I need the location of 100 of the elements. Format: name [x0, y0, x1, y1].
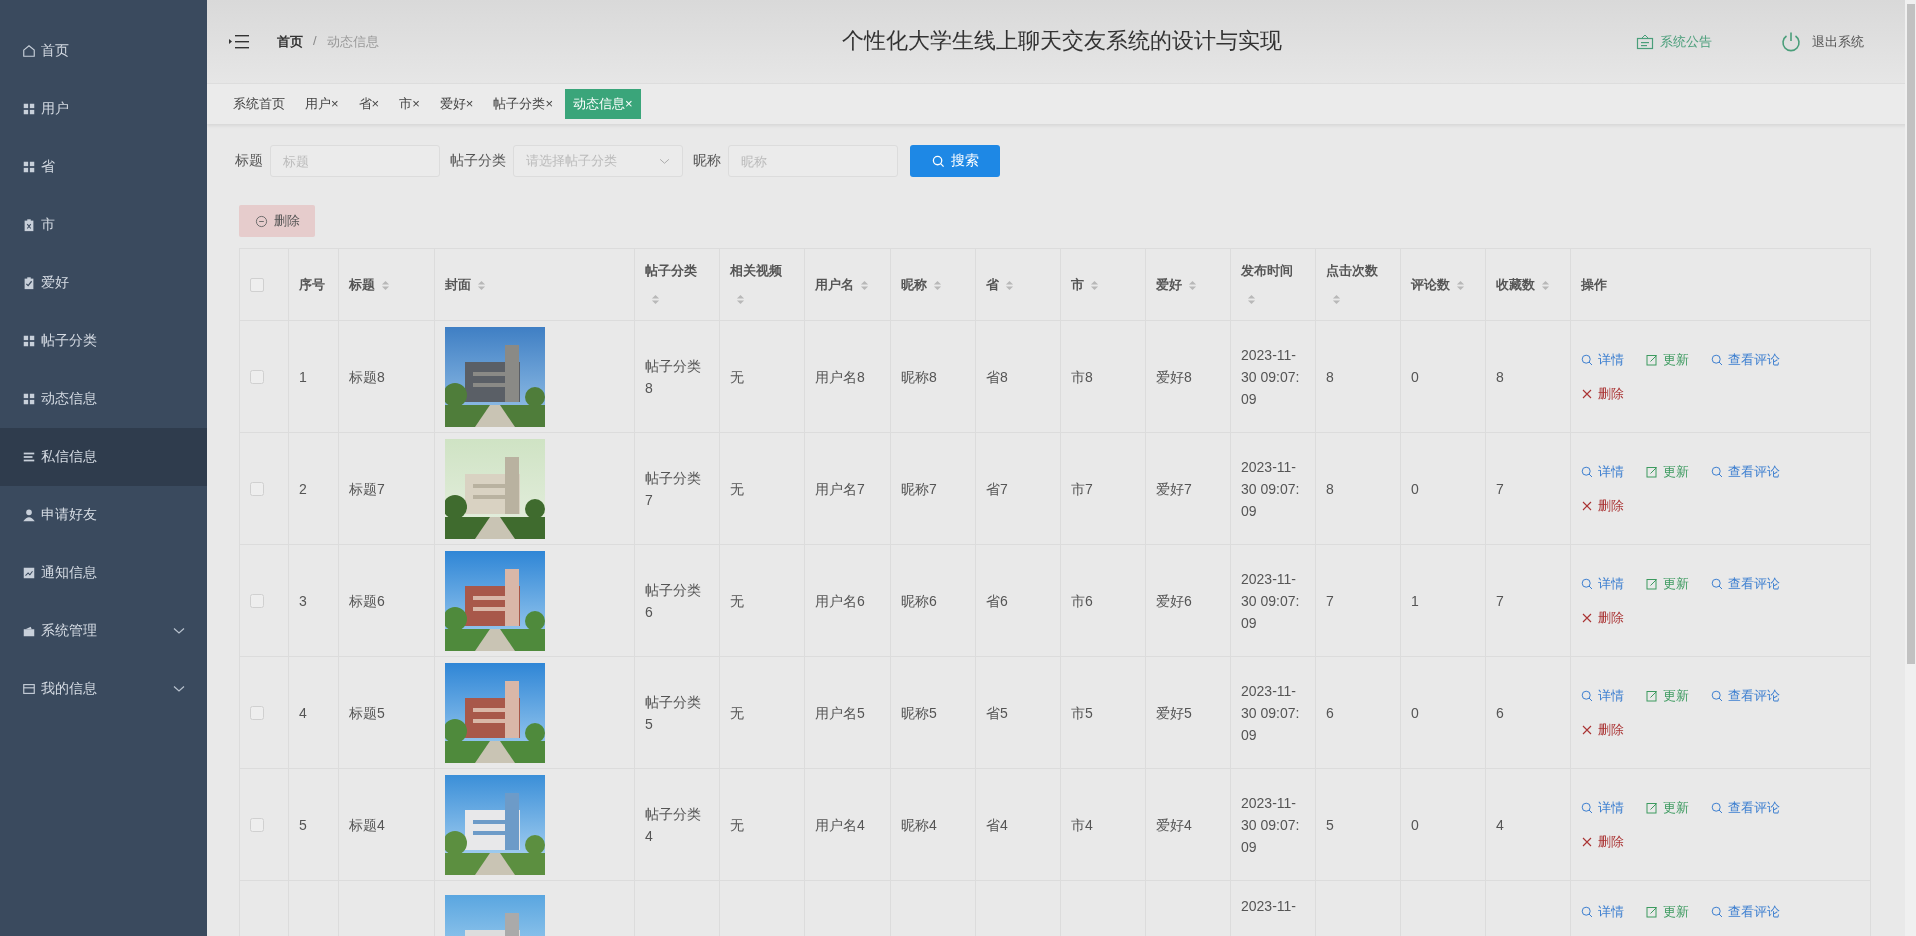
menu-icon[interactable]: [229, 33, 249, 50]
column-header[interactable]: 点击次数: [1315, 248, 1401, 321]
tab[interactable]: 系统首页: [225, 89, 293, 119]
tab[interactable]: 帖子分类×: [485, 89, 561, 119]
sidebar-item[interactable]: 帖子分类: [0, 312, 207, 370]
column-header[interactable]: 发布时间: [1230, 248, 1316, 321]
sidebar-item-label: 动态信息: [41, 390, 98, 408]
table-cell-text: 2023-11-30 09:07:09: [1241, 457, 1301, 521]
sort-icon[interactable]: [1332, 292, 1341, 306]
tab[interactable]: 市×: [391, 89, 428, 119]
comments-link[interactable]: 查看评论: [1711, 901, 1780, 923]
logout-link[interactable]: 退出系统: [1780, 30, 1864, 53]
minus-circle-icon: [254, 214, 268, 228]
delete-link[interactable]: 删除: [1581, 830, 1624, 853]
table-cell-text: 3: [299, 591, 308, 611]
sidebar-item[interactable]: 通知信息: [0, 544, 207, 602]
sort-icon[interactable]: [933, 278, 942, 292]
sort-icon[interactable]: [477, 278, 486, 292]
search-button[interactable]: 搜索: [910, 145, 1000, 177]
sidebar-item[interactable]: 我的信息: [0, 660, 207, 718]
sort-icon[interactable]: [1090, 278, 1099, 292]
delete-link[interactable]: 删除: [1581, 494, 1624, 517]
table-cell-text: 用户名6: [815, 591, 866, 611]
breadcrumb-item[interactable]: 首页: [277, 32, 303, 51]
sidebar-item[interactable]: 私信信息: [0, 428, 207, 486]
table-cell-text: 昵称4: [901, 815, 938, 835]
scrollbar[interactable]: [1905, 0, 1916, 936]
sidebar-item[interactable]: 首页: [0, 22, 207, 80]
table-cell-text: 无: [730, 591, 745, 611]
detail-link[interactable]: 详情: [1581, 460, 1624, 483]
detail-link[interactable]: 详情: [1581, 796, 1624, 819]
sidebar-item-label: 系统管理: [41, 622, 98, 640]
comments-link[interactable]: 查看评论: [1711, 684, 1780, 707]
column-header[interactable]: 标题: [338, 248, 435, 321]
column-header[interactable]: 帖子分类: [634, 248, 720, 321]
column-header[interactable]: 爱好: [1145, 248, 1231, 321]
checkbox[interactable]: [250, 278, 264, 293]
sidebar-item[interactable]: 爱好: [0, 254, 207, 312]
clipboard-check-icon: [22, 276, 36, 290]
close-icon: [1581, 499, 1593, 512]
checkbox[interactable]: [250, 817, 264, 832]
scrollbar-thumb[interactable]: [1907, 4, 1915, 664]
sort-icon[interactable]: [1456, 278, 1465, 292]
sidebar-item-label: 通知信息: [41, 564, 98, 582]
column-header[interactable]: 市: [1060, 248, 1146, 321]
checkbox[interactable]: [250, 705, 264, 720]
sort-icon[interactable]: [1541, 278, 1550, 292]
delete-link[interactable]: 删除: [1581, 718, 1624, 741]
sidebar-item[interactable]: 系统管理: [0, 602, 207, 660]
sidebar-item[interactable]: 用户: [0, 80, 207, 138]
delete-link[interactable]: 删除: [1581, 606, 1624, 629]
detail-link[interactable]: 详情: [1581, 348, 1624, 371]
tab[interactable]: 省×: [350, 89, 388, 119]
comments-link[interactable]: 查看评论: [1711, 572, 1780, 595]
sort-icon[interactable]: [381, 278, 390, 292]
sort-icon[interactable]: [736, 292, 745, 306]
sidebar-item[interactable]: 市: [0, 196, 207, 254]
column-header[interactable]: 相关视频: [719, 248, 805, 321]
delete-link[interactable]: 删除: [1581, 382, 1624, 405]
sort-icon[interactable]: [1005, 278, 1014, 292]
edit-icon: [1646, 689, 1658, 702]
chevron-down-icon: [173, 685, 185, 693]
table-cell-text: 用户名5: [815, 703, 866, 723]
detail-link[interactable]: 详情: [1581, 684, 1624, 707]
filter-label: 标题: [235, 152, 263, 170]
search-icon: [1711, 577, 1723, 590]
sort-icon[interactable]: [651, 292, 660, 306]
column-header[interactable]: 收藏数: [1485, 248, 1571, 321]
sidebar-item-label: 帖子分类: [41, 332, 98, 350]
sidebar-item[interactable]: 申请好友: [0, 486, 207, 544]
sort-icon[interactable]: [1247, 292, 1256, 306]
search-icon: [1711, 906, 1723, 918]
table-cell-text: 2023-11-30 09:07:09: [1241, 681, 1301, 745]
column-header[interactable]: 用户名: [804, 248, 891, 321]
sort-icon[interactable]: [860, 278, 869, 292]
delete-button[interactable]: 删除: [239, 205, 315, 237]
column-header[interactable]: 封面: [434, 248, 635, 321]
comments-link[interactable]: 查看评论: [1711, 348, 1780, 371]
table-cell-text: 无: [730, 815, 745, 835]
table-cell-text: 爱好6: [1156, 591, 1193, 611]
detail-link[interactable]: 详情: [1581, 572, 1624, 595]
detail-link[interactable]: 详情: [1581, 901, 1624, 923]
checkbox[interactable]: [250, 481, 264, 496]
table-cell-text: 爱好8: [1156, 367, 1193, 387]
table-cell-text: 4: [299, 703, 308, 723]
column-header[interactable]: 省: [975, 248, 1061, 321]
sidebar-item[interactable]: 省: [0, 138, 207, 196]
table-cell-text: 8: [1326, 479, 1335, 499]
column-header[interactable]: 评论数: [1400, 248, 1486, 321]
checkbox[interactable]: [250, 593, 264, 608]
search-icon: [1711, 689, 1723, 702]
comments-link[interactable]: 查看评论: [1711, 460, 1780, 483]
checkbox[interactable]: [250, 369, 264, 384]
table-cell-text: 省4: [986, 815, 1009, 835]
sort-icon[interactable]: [1188, 278, 1197, 292]
tab[interactable]: 爱好×: [431, 89, 482, 119]
tab[interactable]: 用户×: [297, 89, 347, 119]
column-header[interactable]: 昵称: [890, 248, 976, 321]
comments-link[interactable]: 查看评论: [1711, 796, 1780, 819]
sidebar-item[interactable]: 动态信息: [0, 370, 207, 428]
